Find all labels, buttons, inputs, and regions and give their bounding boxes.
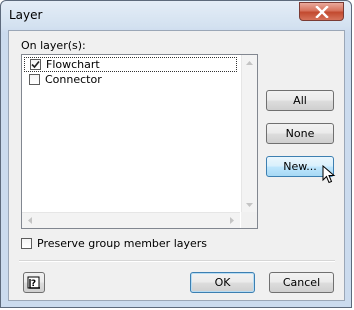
scrollbar-corner xyxy=(241,212,257,228)
checkmark-icon xyxy=(31,60,40,69)
preserve-label: Preserve group member layers xyxy=(37,237,208,250)
scroll-down-arrow-icon[interactable] xyxy=(242,197,257,212)
mouse-cursor-icon xyxy=(322,165,336,184)
horizontal-scrollbar[interactable] xyxy=(22,212,240,228)
cancel-button[interactable]: Cancel xyxy=(269,272,334,293)
title-bar[interactable]: Layer xyxy=(1,1,353,31)
list-item[interactable]: Connector xyxy=(24,72,237,87)
layer-checkbox-flowchart[interactable] xyxy=(30,59,41,70)
layer-checkbox-connector[interactable] xyxy=(29,74,40,85)
preserve-group-option[interactable]: Preserve group member layers xyxy=(21,237,207,250)
layer-dialog: Layer On layer(s): Flowchart Connector A… xyxy=(0,0,352,308)
layers-listbox[interactable]: Flowchart Connector xyxy=(21,54,258,229)
dialog-body: On layer(s): Flowchart Connector All Non… xyxy=(8,30,345,301)
window-title: Layer xyxy=(9,8,43,22)
scroll-right-arrow-icon[interactable] xyxy=(224,213,239,228)
new-button-label: New... xyxy=(283,160,317,173)
svg-text:?: ? xyxy=(31,279,36,289)
ok-button[interactable]: OK xyxy=(190,272,255,293)
all-button[interactable]: All xyxy=(266,90,334,111)
layer-name: Flowchart xyxy=(46,58,100,71)
vertical-scrollbar[interactable] xyxy=(241,55,257,213)
close-icon xyxy=(314,5,329,18)
close-button[interactable] xyxy=(299,2,344,21)
on-layers-label: On layer(s): xyxy=(21,39,86,52)
scroll-left-arrow-icon[interactable] xyxy=(23,213,38,228)
help-button[interactable]: ? xyxy=(23,272,45,293)
layer-name: Connector xyxy=(45,73,102,86)
question-mark-icon: ? xyxy=(27,276,40,289)
none-button[interactable]: None xyxy=(266,123,334,144)
preserve-checkbox[interactable] xyxy=(21,238,32,249)
scroll-up-arrow-icon[interactable] xyxy=(242,56,257,71)
list-item[interactable]: Flowchart xyxy=(24,57,237,72)
footer-divider xyxy=(19,260,335,262)
